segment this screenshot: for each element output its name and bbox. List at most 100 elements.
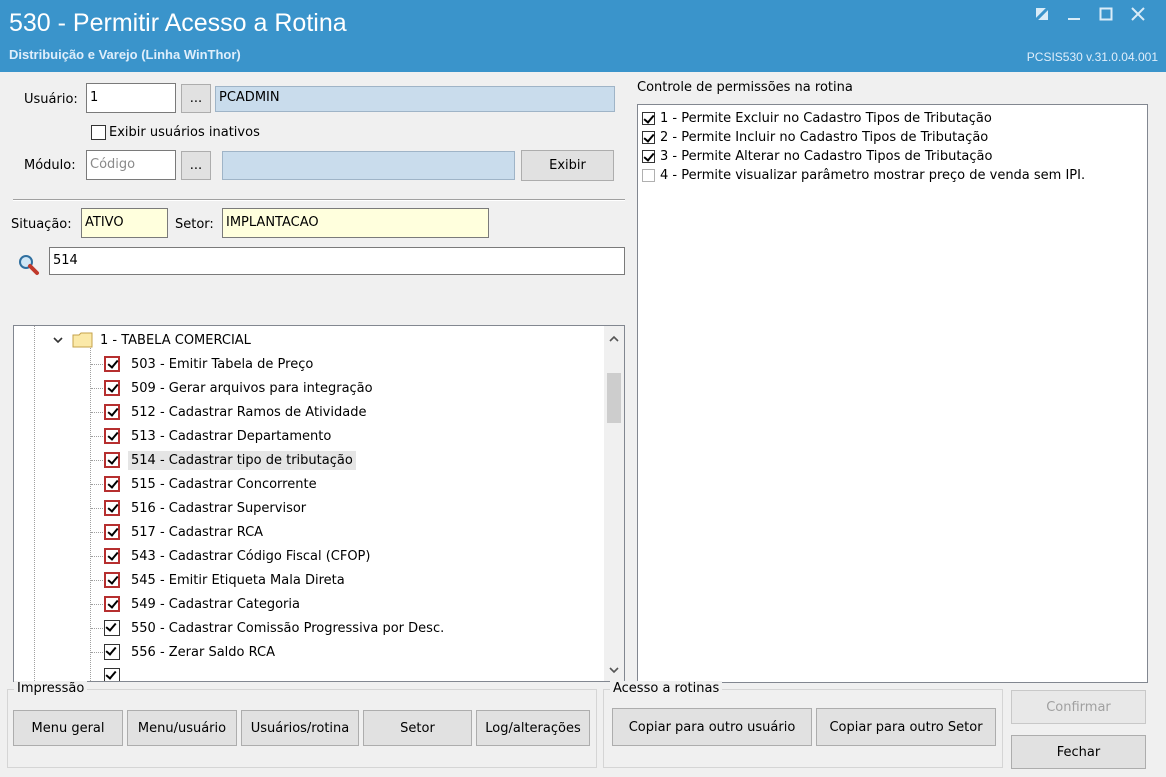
tree-item[interactable]: 503 - Emitir Tabela de Preço (104, 352, 316, 376)
restore-icon[interactable] (1030, 6, 1054, 26)
permissions-list[interactable]: 1 - Permite Excluir no Cadastro Tipos de… (637, 104, 1148, 683)
situacao-label: Situação: (11, 217, 72, 232)
permission-label: 2 - Permite Incluir no Cadastro Tipos de… (660, 129, 989, 145)
tree-item-checkbox[interactable] (104, 476, 120, 492)
copy-to-setor-button[interactable]: Copiar para outro Setor (816, 708, 996, 746)
tree-item[interactable]: 509 - Gerar arquivos para integração (104, 376, 376, 400)
tree-guide-line (91, 532, 105, 533)
usuarios-rotina-button[interactable]: Usuários/rotina (241, 710, 359, 746)
tree-item[interactable]: 556 - Zerar Saldo RCA (104, 640, 278, 664)
scroll-up-icon[interactable] (604, 330, 624, 348)
close-button[interactable]: Fechar (1011, 735, 1146, 769)
tree-folder-row[interactable]: 1 - TABELA COMERCIAL (52, 328, 251, 352)
search-input[interactable]: 514 (49, 247, 625, 275)
tree-item[interactable]: 517 - Cadastrar RCA (104, 520, 266, 544)
tree-item-checkbox[interactable] (104, 668, 120, 681)
tree-item-label: 513 - Cadastrar Departamento (131, 428, 332, 444)
tree-guide-line (91, 508, 105, 509)
show-inactive-checkbox[interactable]: Exibir usuários inativos (91, 125, 260, 140)
show-module-button[interactable]: Exibir (521, 150, 614, 181)
tree-item-label: 514 - Cadastrar tipo de tributação (128, 450, 356, 470)
tree-item-checkbox[interactable] (104, 428, 120, 444)
permission-checkbox[interactable] (642, 168, 655, 182)
tree-item[interactable]: 513 - Cadastrar Departamento (104, 424, 334, 448)
setor-button[interactable]: Setor (363, 710, 472, 746)
tree-guide-line (91, 364, 105, 365)
permission-label: 4 - Permite visualizar parâmetro mostrar… (660, 167, 1086, 183)
minimize-icon[interactable] (1062, 6, 1086, 26)
tree-item-label: 556 - Zerar Saldo RCA (131, 644, 275, 660)
user-code-input[interactable]: 1 (86, 83, 176, 113)
tree-item-label: 509 - Gerar arquivos para integração (131, 380, 373, 396)
search-icon (16, 253, 40, 281)
tree-guide-line (91, 436, 105, 437)
tree-item-checkbox[interactable] (104, 500, 120, 516)
tree-guide-line (34, 326, 35, 681)
tree-item[interactable]: 515 - Cadastrar Concorrente (104, 472, 320, 496)
scroll-down-icon[interactable] (604, 661, 624, 679)
tree-item[interactable]: 512 - Cadastrar Ramos de Atividade (104, 400, 369, 424)
copy-to-user-button[interactable]: Copiar para outro usuário (612, 708, 812, 746)
module-code-input[interactable]: Código (86, 150, 176, 180)
acesso-title: Acesso a rotinas (610, 681, 723, 696)
maximize-icon[interactable] (1094, 6, 1118, 26)
scroll-thumb[interactable] (607, 373, 621, 423)
permission-item[interactable]: 4 - Permite visualizar parâmetro mostrar… (642, 166, 1085, 184)
tree-guide-line (91, 460, 105, 461)
window-title: 530 - Permitir Acesso a Rotina (9, 9, 347, 37)
main-form: Usuário: 1 ... PCADMIN Exibir usuários i… (0, 72, 1166, 777)
module-browse-button[interactable]: ... (181, 151, 211, 180)
tree-item[interactable]: 514 - Cadastrar tipo de tributação (104, 448, 356, 472)
close-icon[interactable] (1126, 6, 1150, 26)
tree-item-label: 517 - Cadastrar RCA (131, 524, 264, 540)
tree-item-label: 550 - Cadastrar Comissão Progressiva por… (131, 620, 445, 636)
permission-checkbox[interactable] (642, 130, 655, 144)
separator (13, 199, 625, 201)
title-bar: 530 - Permitir Acesso a Rotina Distribui… (0, 0, 1166, 72)
tree-item-checkbox[interactable] (104, 404, 120, 420)
tree-item-checkbox[interactable] (104, 572, 120, 588)
permission-item[interactable]: 1 - Permite Excluir no Cadastro Tipos de… (642, 109, 992, 127)
tree-item-checkbox[interactable] (104, 644, 120, 660)
user-name-field: PCADMIN (215, 86, 615, 112)
routine-tree[interactable]: 1 - TABELA COMERCIAL 503 - Emitir Tabela… (13, 325, 625, 682)
folder-icon (72, 332, 93, 348)
tree-item-checkbox[interactable] (104, 452, 120, 468)
tree-guide-line (90, 346, 91, 681)
tree-item[interactable]: 516 - Cadastrar Supervisor (104, 496, 309, 520)
menu-usuario-button[interactable]: Menu/usuário (127, 710, 237, 746)
tree-item-checkbox[interactable] (104, 524, 120, 540)
tree-guide-line (91, 556, 105, 557)
confirm-button[interactable]: Confirmar (1011, 690, 1146, 724)
menu-geral-button[interactable]: Menu geral (13, 710, 123, 746)
module-label: Módulo: (24, 158, 76, 173)
tree-guide-line (91, 604, 105, 605)
tree-item[interactable]: 545 - Emitir Etiqueta Mala Direta (104, 568, 348, 592)
tree-item-checkbox[interactable] (104, 380, 120, 396)
tree-item[interactable]: 543 - Cadastrar Código Fiscal (CFOP) (104, 544, 373, 568)
tree-item-checkbox[interactable] (104, 596, 120, 612)
tree-item-partial[interactable] (104, 664, 120, 681)
tree-item-checkbox[interactable] (104, 620, 120, 636)
tree-item-label: 543 - Cadastrar Código Fiscal (CFOP) (131, 548, 371, 564)
tree-scrollbar[interactable] (604, 326, 624, 681)
chevron-down-icon[interactable] (52, 334, 64, 346)
tree-item-checkbox[interactable] (104, 548, 120, 564)
tree-guide-line (91, 652, 105, 653)
show-inactive-label: Exibir usuários inativos (109, 125, 260, 140)
permission-checkbox[interactable] (642, 111, 655, 125)
tree-item-label: 512 - Cadastrar Ramos de Atividade (131, 404, 367, 420)
impressao-title: Impressão (14, 681, 88, 696)
tree-item-checkbox[interactable] (104, 356, 120, 372)
permission-item[interactable]: 3 - Permite Alterar no Cadastro Tipos de… (642, 147, 992, 165)
permission-checkbox[interactable] (642, 149, 655, 163)
tree-item[interactable]: 550 - Cadastrar Comissão Progressiva por… (104, 616, 447, 640)
setor-field: IMPLANTACAO (222, 208, 489, 238)
permission-item[interactable]: 2 - Permite Incluir no Cadastro Tipos de… (642, 128, 988, 146)
log-alteracoes-button[interactable]: Log/alterações (476, 710, 590, 746)
situacao-field: ATIVO (81, 208, 168, 238)
user-browse-button[interactable]: ... (181, 84, 211, 113)
inactive-checkbox-box[interactable] (91, 125, 106, 140)
module-name-field (222, 151, 515, 180)
tree-item[interactable]: 549 - Cadastrar Categoria (104, 592, 303, 616)
